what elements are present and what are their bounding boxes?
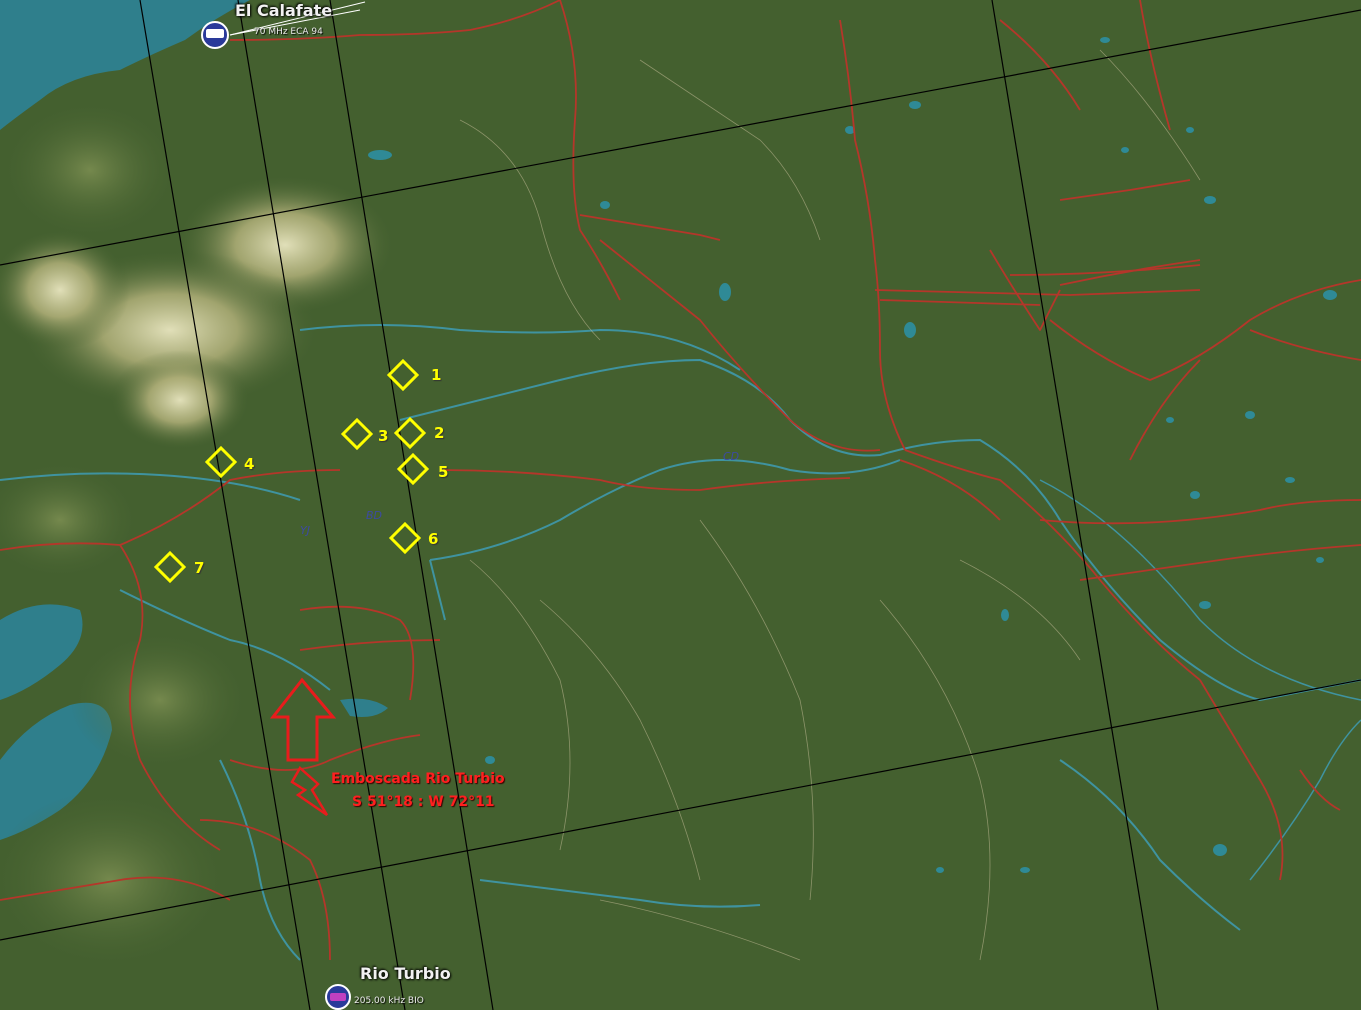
waypoint-6-label[interactable]: 6 [428, 530, 438, 548]
rio-turbio-label[interactable]: Rio Turbio [360, 964, 451, 983]
map-canvas [0, 0, 1361, 1010]
map-code-bd: BD [366, 509, 383, 522]
ambush-title[interactable]: Emboscada Rio Turbio [331, 769, 505, 789]
waypoint-7-label[interactable]: 7 [194, 559, 204, 577]
ambush-coordinates: S 51°18 : W 72°11 [352, 794, 495, 810]
rio-turbio-radio: 205.00 kHz BIO [354, 996, 424, 1006]
rio-turbio-marker [325, 984, 351, 1010]
hills-southwest [70, 630, 250, 770]
mountain-peak-south [110, 350, 250, 450]
waypoint-2-label[interactable]: 2 [434, 424, 444, 442]
waypoint-5-label[interactable]: 5 [438, 463, 448, 481]
waypoint-4-label[interactable]: 4 [244, 455, 254, 473]
map-code-yj: YJ [300, 524, 310, 537]
map-code-cd: CD [723, 450, 740, 463]
hills-north [0, 100, 180, 240]
waypoint-3-label[interactable]: 3 [378, 427, 388, 445]
el-calafate-label[interactable]: El Calafate [235, 1, 332, 20]
el-calafate-radio: 70 MHz ECA 94 [254, 27, 323, 37]
waypoint-1-label[interactable]: 1 [431, 366, 441, 384]
map-view[interactable]: El Calafate 70 MHz ECA 94 Rio Turbio 205… [0, 0, 1361, 1010]
